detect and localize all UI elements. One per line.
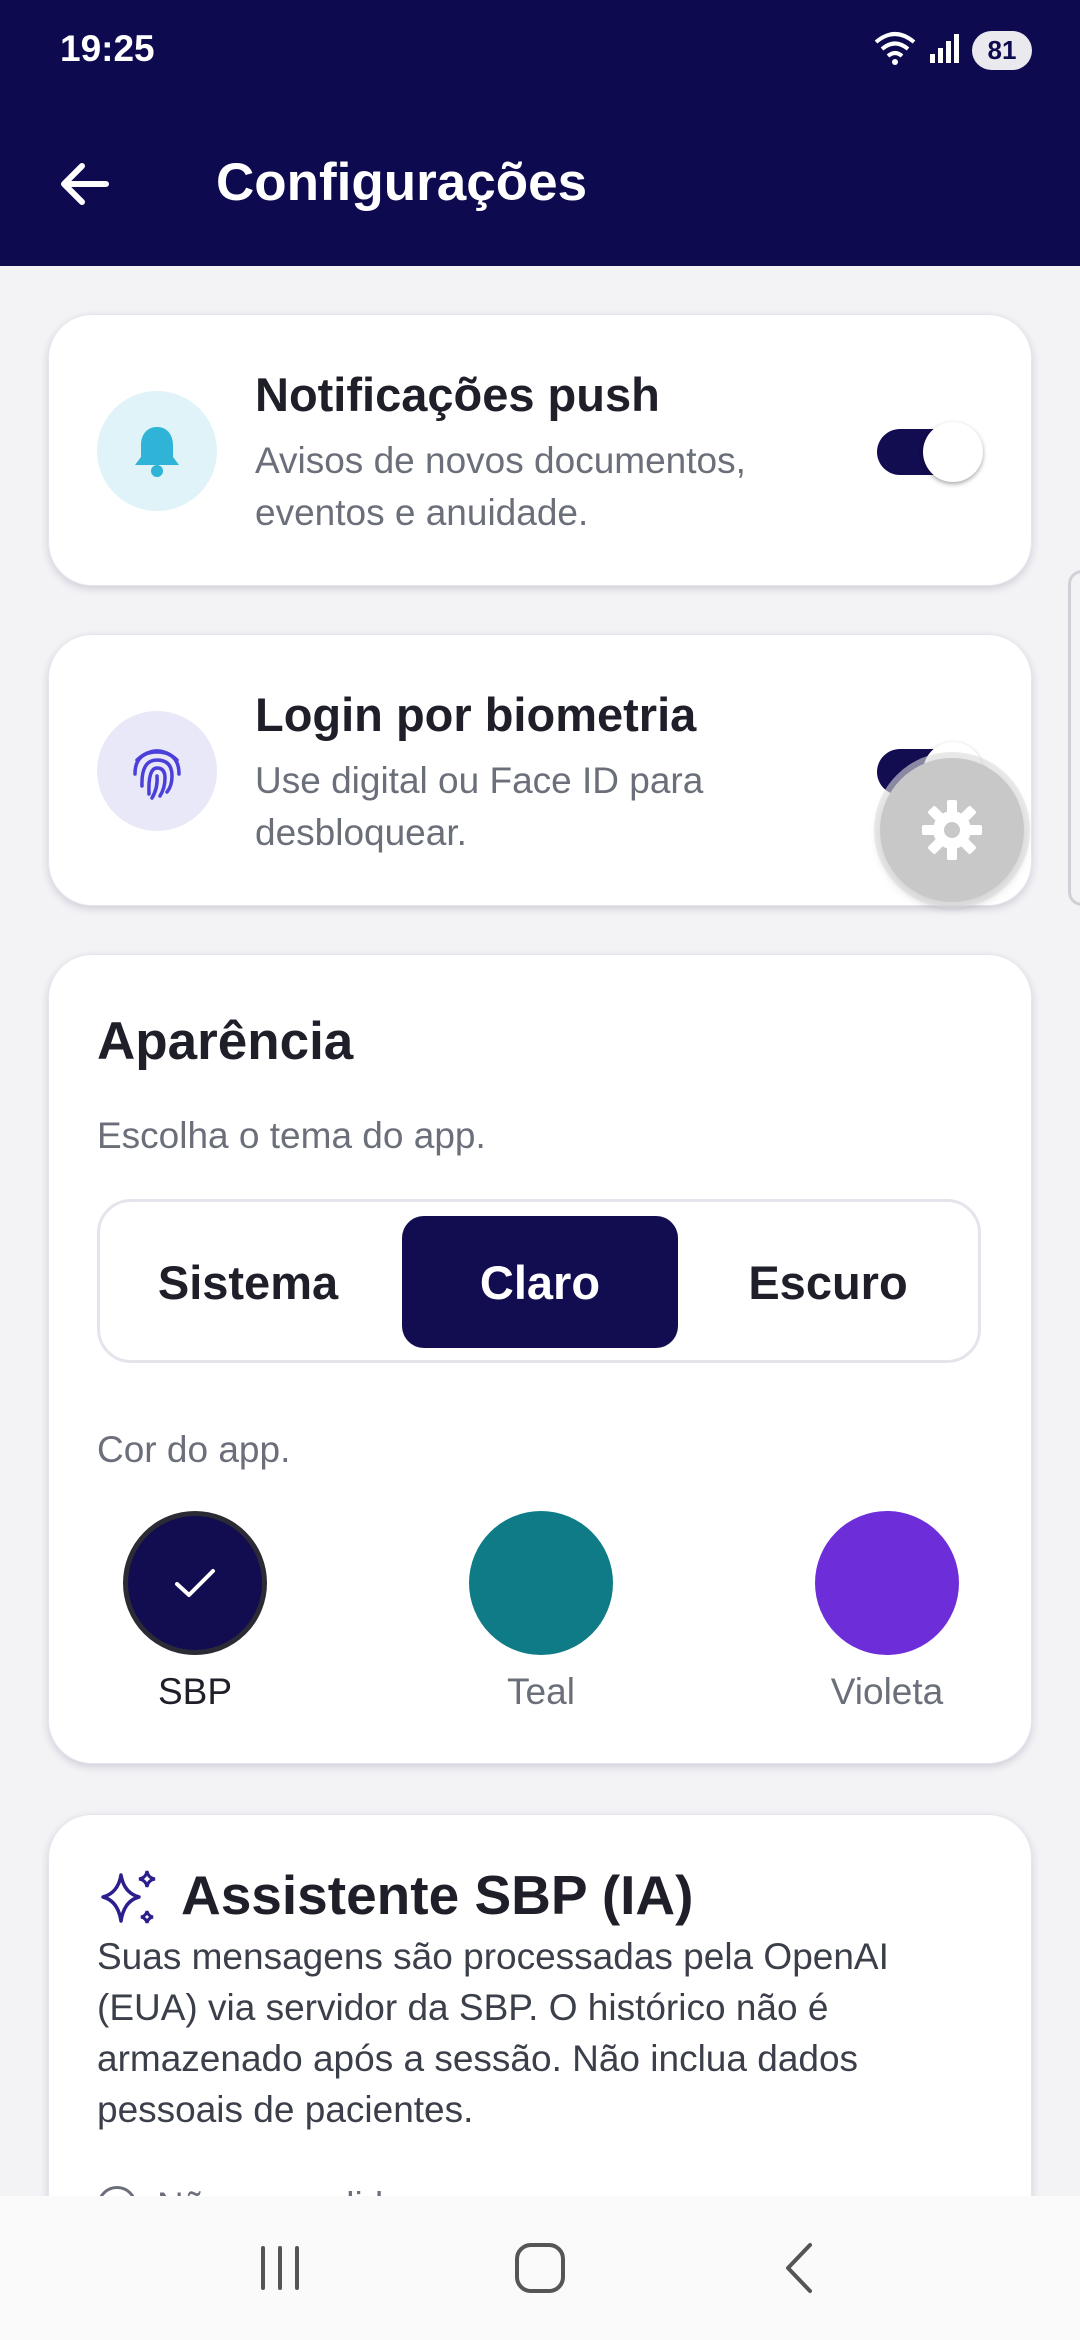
arrow-left-icon — [61, 163, 109, 205]
page-title: Configurações — [216, 153, 588, 212]
sparkles-icon — [97, 1867, 161, 1936]
theme-hint: Escolha o tema do app. — [97, 1115, 486, 1156]
biometric-subtitle: Use digital ou Face ID para desbloquear. — [255, 760, 704, 853]
app-header: 19:25 81 Configurações — [0, 0, 1080, 266]
signal-icon — [928, 32, 962, 69]
color-swatch[interactable] — [469, 1511, 613, 1655]
assistant-description: Suas mensagens são processadas pela Open… — [97, 1936, 889, 2130]
fingerprint-icon — [97, 711, 217, 831]
push-title: Notificações push — [255, 368, 660, 421]
back-icon — [786, 2243, 812, 2293]
status-time: 19:25 — [60, 28, 155, 69]
nav-back-button[interactable] — [755, 2223, 845, 2313]
color-option-sbp[interactable]: SBP — [95, 1511, 295, 1713]
color-label: SBP — [157, 1671, 233, 1712]
bell-icon — [97, 391, 217, 511]
recent-apps-button[interactable] — [235, 2223, 325, 2313]
biometric-title: Login por biometria — [255, 688, 697, 741]
theme-option-sistema[interactable]: Sistema — [110, 1216, 386, 1348]
color-swatch[interactable] — [815, 1511, 959, 1655]
battery-icon: 81 — [972, 30, 1032, 70]
biometric-login-card: Login por biometria Use digital ou Face … — [48, 634, 1032, 906]
home-icon — [515, 2243, 565, 2293]
color-option-teal[interactable]: Teal — [441, 1511, 641, 1713]
theme-option-claro[interactable]: Claro — [402, 1216, 678, 1348]
push-toggle[interactable] — [877, 422, 983, 482]
color-hint: Cor do app. — [97, 1429, 291, 1470]
toggle-knob — [923, 422, 983, 482]
check-icon — [175, 1569, 215, 1597]
gear-icon — [922, 800, 982, 860]
push-subtitle: Avisos de novos documentos, eventos e an… — [255, 440, 746, 533]
theme-option-escuro[interactable]: Escuro — [690, 1216, 966, 1348]
back-button[interactable] — [48, 148, 120, 220]
assistant-title: Assistente SBP (IA) — [181, 1864, 694, 1926]
appearance-title: Aparência — [97, 1012, 354, 1071]
floating-settings-button[interactable] — [880, 758, 1024, 902]
appearance-card: Aparência Escolha o tema do app. Sistema… — [48, 954, 1032, 1764]
theme-selector: Sistema Claro Escuro — [97, 1199, 981, 1363]
color-label: Violeta — [830, 1671, 944, 1712]
home-button[interactable] — [495, 2223, 585, 2313]
wifi-icon — [872, 30, 918, 71]
edge-panel-handle[interactable] — [1068, 570, 1080, 906]
recent-apps-icon — [261, 2246, 299, 2290]
color-swatch[interactable] — [123, 1511, 267, 1655]
color-label: Teal — [507, 1671, 575, 1712]
push-notifications-card: Notificações push Avisos de novos docume… — [48, 314, 1032, 586]
color-option-violeta[interactable]: Violeta — [787, 1511, 987, 1713]
status-icons: 81 — [872, 30, 1032, 70]
system-navbar — [0, 2196, 1080, 2340]
